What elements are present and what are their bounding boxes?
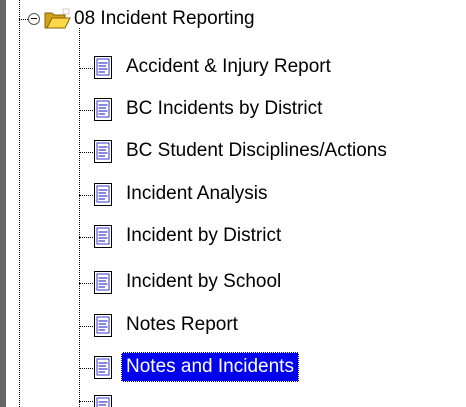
document-icon: [94, 140, 112, 163]
tree-item-label: Accident & Injury Report: [126, 56, 331, 77]
document-icon: [94, 395, 112, 407]
tree-item-selected[interactable]: Notes and Incidents: [0, 347, 466, 387]
tree-item-label: Incident Analysis: [126, 183, 268, 204]
tree-connector: [79, 237, 93, 238]
tree-connector: [79, 110, 93, 111]
tree-item-label: Incident by School: [126, 271, 282, 292]
document-icon: [94, 225, 112, 248]
tree-connector: [79, 152, 93, 153]
tree-item[interactable]: Incident by District: [0, 216, 466, 256]
tree-item-label: Incident by District: [126, 225, 282, 246]
tree-connector: [79, 326, 93, 327]
folder-label[interactable]: 08 Incident Reporting: [74, 5, 255, 33]
tree-item[interactable]: Notes Report: [0, 305, 466, 345]
tree-connector: [79, 368, 93, 369]
tree-item[interactable]: Incident by School: [0, 262, 466, 302]
tree-item[interactable]: BC Student Disciplines/Actions: [0, 131, 466, 171]
document-icon: [94, 56, 112, 79]
tree-connector-next: [79, 401, 93, 402]
document-icon: [94, 356, 112, 379]
document-icon: [94, 183, 112, 206]
tree-connector-folder: [19, 19, 28, 20]
document-icon: [94, 98, 112, 121]
tree-item[interactable]: Accident & Injury Report: [0, 47, 466, 87]
tree-connector: [79, 195, 93, 196]
document-icon: [94, 271, 112, 294]
document-icon: [94, 314, 112, 337]
tree-item-label: BC Incidents by District: [126, 98, 323, 119]
collapse-toggle[interactable]: [28, 13, 40, 25]
report-tree: 08 Incident Reporting Accident & Injury …: [0, 0, 466, 407]
tree-item-label: Notes Report: [126, 314, 238, 335]
tree-item-label: Notes and Incidents: [121, 352, 299, 382]
tree-connector: [79, 68, 93, 69]
tree-connector: [79, 283, 93, 284]
tree-item[interactable]: Incident Analysis: [0, 174, 466, 214]
folder-open-icon[interactable]: [43, 8, 71, 30]
tree-item-label: BC Student Disciplines/Actions: [126, 140, 387, 161]
tree-item[interactable]: BC Incidents by District: [0, 89, 466, 129]
